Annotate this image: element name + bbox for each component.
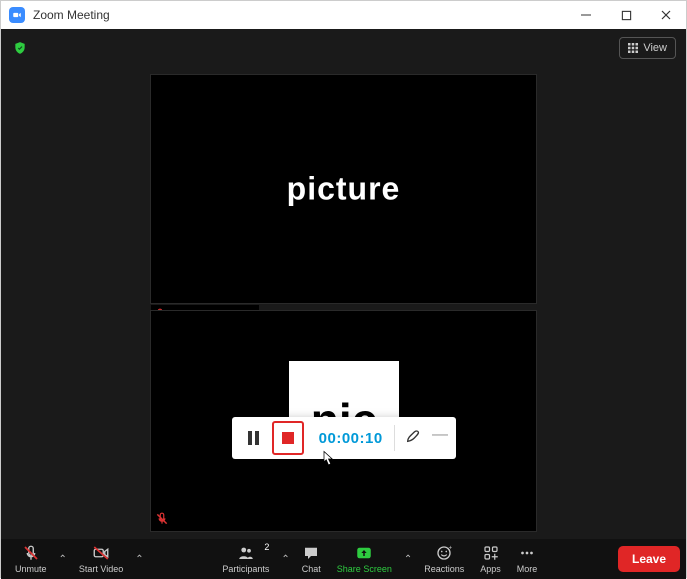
participants-count-badge: 2 xyxy=(264,542,269,552)
grid-icon xyxy=(628,43,638,53)
participants-button[interactable]: 2 Participants xyxy=(214,544,277,574)
reactions-label: Reactions xyxy=(424,564,464,574)
mic-muted-icon xyxy=(22,544,40,562)
start-video-label: Start Video xyxy=(79,564,123,574)
share-options-chevron[interactable]: ⌃ xyxy=(400,554,416,565)
window-title: Zoom Meeting xyxy=(33,8,110,22)
recording-toolbar[interactable]: 00:00:10 — xyxy=(232,417,456,459)
unmute-label: Unmute xyxy=(15,564,47,574)
share-screen-label: Share Screen xyxy=(337,564,392,574)
toolbar-minimize-button[interactable]: — xyxy=(432,426,448,444)
svg-text:+: + xyxy=(449,545,453,551)
zoom-app-icon xyxy=(9,7,25,23)
participants-chevron[interactable]: ⌃ xyxy=(277,554,293,565)
recording-timer: 00:00:10 xyxy=(319,430,383,447)
unmute-button[interactable]: Unmute xyxy=(7,544,55,574)
muted-mic-icon xyxy=(155,512,169,526)
leave-button[interactable]: Leave xyxy=(618,546,680,572)
window-close-button[interactable] xyxy=(646,1,686,29)
meeting-area: View picture nic 00:00:10 xyxy=(1,29,686,539)
divider xyxy=(394,425,395,451)
window-minimize-button[interactable] xyxy=(566,1,606,29)
participants-icon xyxy=(237,544,255,562)
recording-stop-button[interactable] xyxy=(272,421,303,455)
window-maximize-button[interactable] xyxy=(606,1,646,29)
chat-icon xyxy=(302,544,320,562)
reactions-icon: + xyxy=(435,544,453,562)
share-screen-icon xyxy=(355,544,373,562)
meeting-toolbar: Unmute ⌃ Start Video ⌃ 2 Participants ⌃ … xyxy=(1,539,686,579)
start-video-button[interactable]: Start Video xyxy=(71,544,131,574)
audio-options-chevron[interactable]: ⌃ xyxy=(55,554,71,565)
view-button[interactable]: View xyxy=(619,37,676,59)
recording-pause-button[interactable] xyxy=(240,424,267,452)
more-button[interactable]: More xyxy=(509,544,546,574)
more-icon xyxy=(518,544,536,562)
pen-icon xyxy=(405,428,421,449)
more-label: More xyxy=(517,564,538,574)
apps-button[interactable]: Apps xyxy=(472,544,509,574)
reactions-button[interactable]: + Reactions xyxy=(416,544,472,574)
stop-icon xyxy=(282,432,294,444)
window-titlebar: Zoom Meeting xyxy=(1,1,686,29)
apps-icon xyxy=(482,544,500,562)
share-screen-button[interactable]: Share Screen xyxy=(329,544,400,574)
encryption-shield-icon[interactable] xyxy=(11,39,29,57)
view-label: View xyxy=(643,42,667,54)
video-off-icon xyxy=(92,544,110,562)
picture-label: picture xyxy=(265,163,423,216)
participant-name-tag xyxy=(153,509,261,529)
video-options-chevron[interactable]: ⌃ xyxy=(131,554,147,565)
pause-icon xyxy=(248,431,259,445)
leave-label: Leave xyxy=(632,552,666,566)
apps-label: Apps xyxy=(480,564,501,574)
chat-button[interactable]: Chat xyxy=(294,544,329,574)
annotation-pen-button[interactable] xyxy=(400,424,427,452)
video-tile-main[interactable]: picture xyxy=(150,74,537,304)
cursor-pointer-icon xyxy=(319,450,335,468)
chat-label: Chat xyxy=(302,564,321,574)
participants-label: Participants xyxy=(222,564,269,574)
